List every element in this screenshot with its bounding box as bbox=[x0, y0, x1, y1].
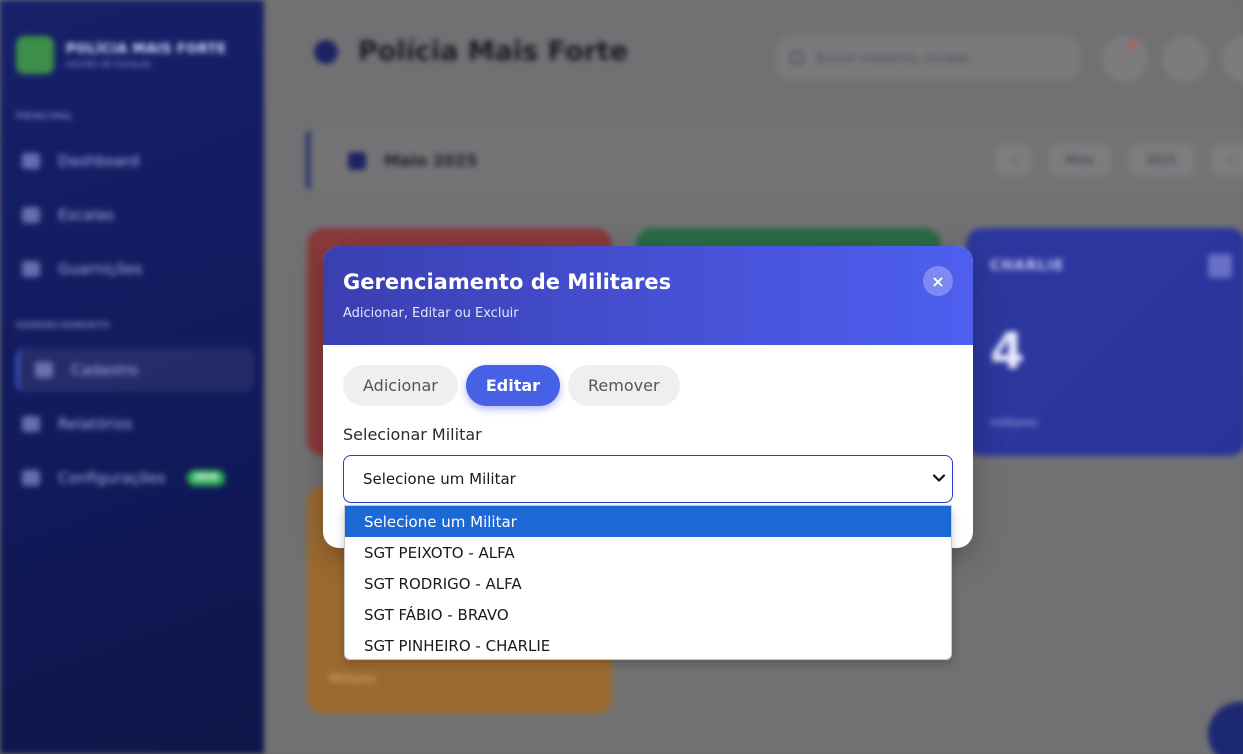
calendar-icon bbox=[22, 207, 40, 223]
modal-header: Gerenciamento de Militares Adicionar, Ed… bbox=[323, 246, 973, 345]
document-icon bbox=[22, 416, 40, 432]
dropdown-option[interactable]: SGT PINHEIRO - CHARLIE bbox=[345, 630, 951, 659]
month-select[interactable]: Maio bbox=[1050, 144, 1110, 176]
shield-icon bbox=[314, 39, 338, 64]
notification-dot bbox=[1130, 42, 1136, 48]
search-input[interactable]: Buscar relatórios, escalas... bbox=[776, 36, 1080, 80]
sidebar-section-gerenciamento: GERENCIAMENTO bbox=[16, 321, 110, 331]
month-label: Maio 2025 bbox=[384, 151, 478, 170]
search-placeholder: Buscar relatórios, escalas... bbox=[816, 51, 982, 65]
close-button[interactable]: × bbox=[923, 266, 953, 296]
tab-editar[interactable]: Editar bbox=[465, 365, 561, 406]
militar-dropdown-list: Selecione um Militar SGT PEIXOTO - ALFA … bbox=[344, 505, 952, 660]
sidebar-item-relatorios[interactable]: Relatórios bbox=[22, 415, 133, 433]
calendar-icon bbox=[348, 152, 366, 170]
dropdown-option[interactable]: SGT FÁBIO - BRAVO bbox=[345, 599, 951, 630]
modal-subtitle: Adicionar, Editar ou Excluir bbox=[343, 306, 519, 321]
close-icon: × bbox=[931, 271, 945, 291]
card-subtitle: militares bbox=[990, 416, 1038, 429]
militares-modal: Gerenciamento de Militares Adicionar, Ed… bbox=[323, 246, 973, 548]
logo-icon bbox=[16, 36, 54, 74]
sidebar-item-escalas[interactable]: Escalas bbox=[22, 206, 114, 224]
logo-subtitle: GESTÃO DE ESCALAS bbox=[66, 59, 151, 69]
sidebar-item-configuracoes[interactable]: Configurações NEW bbox=[22, 469, 226, 487]
sidebar-item-label: Dashboard bbox=[58, 152, 140, 170]
select-value: Selecione um Militar bbox=[363, 470, 516, 488]
chevron-down-icon bbox=[932, 474, 946, 482]
modal-title: Gerenciamento de Militares bbox=[343, 270, 672, 294]
sidebar-item-guarnicoes[interactable]: Guarnições bbox=[22, 260, 142, 278]
sidebar-item-label: Escalas bbox=[58, 206, 114, 224]
modal-tabs: Adicionar Editar Remover bbox=[343, 365, 680, 406]
dropdown-option[interactable]: SGT PEIXOTO - ALFA bbox=[345, 537, 951, 568]
dropdown-option[interactable]: SGT RODRIGO - ALFA bbox=[345, 568, 951, 599]
page-title: Polícia Mais Forte bbox=[358, 36, 628, 67]
sidebar-item-label: Cadastro bbox=[71, 361, 139, 379]
new-badge: NEW bbox=[187, 470, 226, 486]
logo-title: POLÍCIA MAIS FORTE bbox=[66, 41, 227, 57]
sidebar-item-label: Relatórios bbox=[58, 415, 133, 433]
next-month-button[interactable]: › bbox=[1212, 144, 1243, 176]
card-title: CHARLIE bbox=[990, 258, 1065, 274]
select-militar-label: Selecionar Militar bbox=[343, 425, 482, 444]
user-plus-icon bbox=[35, 362, 53, 378]
dashboard-icon bbox=[22, 153, 40, 169]
logo: POLÍCIA MAIS FORTE GESTÃO DE ESCALAS bbox=[16, 36, 227, 74]
shield-icon bbox=[1208, 254, 1232, 278]
sidebar-section-principal: PRINCIPAL bbox=[16, 112, 74, 122]
stat-card-charlie: CHARLIE 4 militares bbox=[966, 228, 1243, 456]
settings-button[interactable] bbox=[1162, 36, 1208, 82]
militar-select[interactable]: Selecione um Militar bbox=[343, 455, 953, 503]
card-subtitle: Militares bbox=[329, 672, 376, 685]
prev-month-button[interactable]: ‹ bbox=[996, 144, 1032, 176]
sidebar-item-dashboard[interactable]: Dashboard bbox=[22, 152, 139, 170]
search-icon bbox=[790, 51, 804, 65]
page-header: Polícia Mais Forte bbox=[314, 36, 628, 67]
tab-remover[interactable]: Remover bbox=[568, 365, 680, 406]
sidebar-item-cadastro[interactable]: Cadastro bbox=[16, 348, 254, 392]
tab-adicionar[interactable]: Adicionar bbox=[343, 365, 458, 406]
sidebar-item-label: Configurações bbox=[58, 469, 166, 487]
gear-icon bbox=[22, 470, 40, 486]
sidebar: POLÍCIA MAIS FORTE GESTÃO DE ESCALAS PRI… bbox=[0, 0, 264, 754]
dropdown-option[interactable]: Selecione um Militar bbox=[345, 506, 951, 537]
shield-icon bbox=[22, 261, 40, 277]
notification-button[interactable] bbox=[1102, 36, 1148, 82]
sidebar-item-label: Guarnições bbox=[58, 260, 143, 278]
month-bar: Maio 2025 ‹ Maio 2025 › bbox=[306, 130, 1243, 190]
card-value: 4 bbox=[990, 322, 1025, 380]
year-select[interactable]: 2025 bbox=[1128, 144, 1194, 176]
